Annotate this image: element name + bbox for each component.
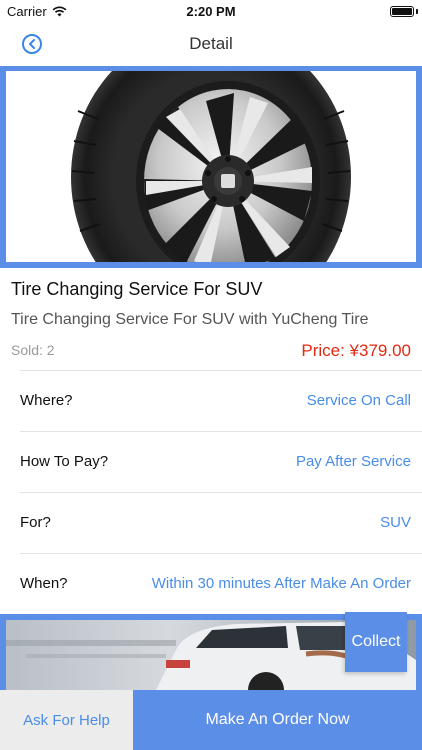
detail-row-time: When? Within 30 minutes After Make An Or… — [20, 553, 422, 614]
battery-icon — [390, 6, 414, 17]
status-bar: Carrier 2:20 PM — [0, 0, 422, 22]
detail-value: Pay After Service — [295, 453, 411, 470]
sold-count: Sold: 2 — [11, 342, 55, 358]
service-details-list: Where? Service On Call How To Pay? Pay A… — [20, 370, 422, 614]
detail-label: Where? — [20, 392, 73, 409]
battery-tip — [416, 9, 418, 14]
make-order-button[interactable]: Make An Order Now — [133, 690, 422, 750]
detail-value: Within 30 minutes After Make An Order — [151, 575, 411, 592]
status-time: 2:20 PM — [186, 4, 236, 19]
detail-value: Service On Call — [306, 392, 411, 409]
tire-image — [6, 71, 416, 262]
detail-label: For? — [20, 514, 51, 531]
product-subtitle: Tire Changing Service For SUV with YuChe… — [11, 311, 369, 328]
product-image-frame — [0, 66, 422, 268]
detail-label: How To Pay? — [20, 453, 109, 470]
navigation-bar: Detail — [0, 22, 422, 66]
detail-row-vehicle: For? SUV — [20, 492, 422, 553]
collect-button[interactable]: Collect — [345, 612, 407, 672]
detail-label: When? — [20, 575, 68, 592]
ask-for-help-button[interactable]: Ask For Help — [0, 690, 133, 750]
product-title: Tire Changing Service For SUV — [11, 279, 263, 299]
detail-value: SUV — [380, 514, 411, 531]
page-title: Detail — [189, 34, 233, 53]
bottom-action-bar: Ask For Help Make An Order Now — [0, 690, 422, 750]
product-price: Price: ¥379.00 — [301, 341, 411, 360]
detail-row-where: Where? Service On Call — [20, 370, 422, 431]
detail-row-payment: How To Pay? Pay After Service — [20, 431, 422, 492]
